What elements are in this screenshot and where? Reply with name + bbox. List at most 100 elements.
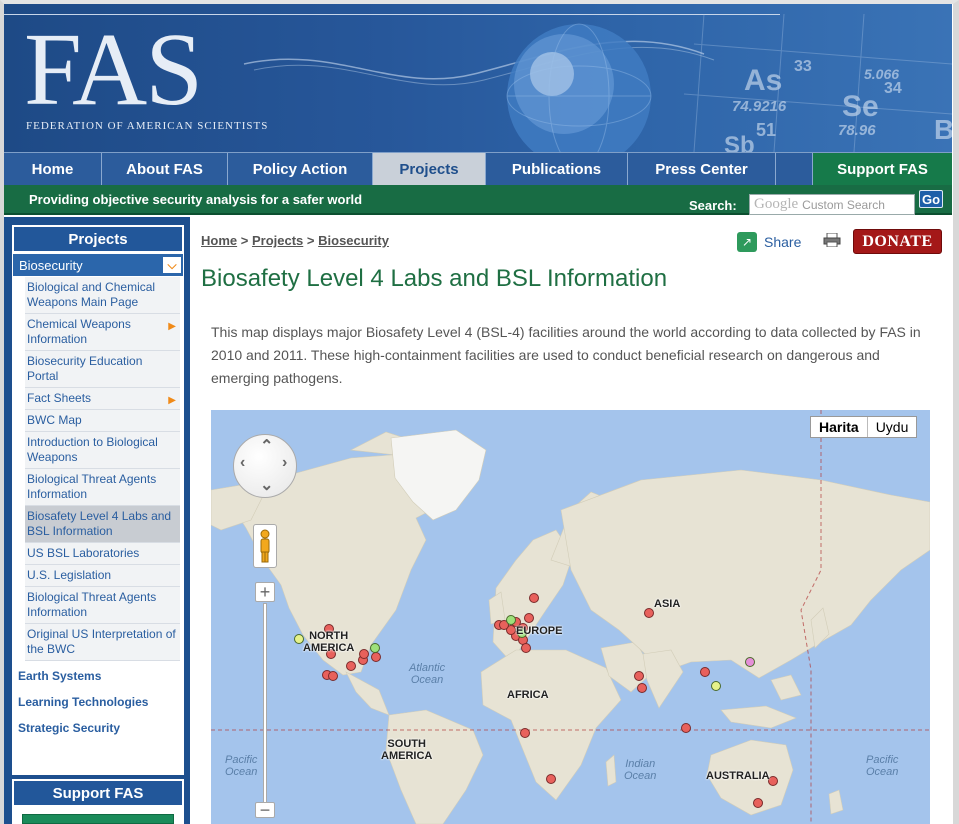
sidebar-heading: Projects xyxy=(12,225,184,253)
nav-tab-home[interactable]: Home xyxy=(4,153,102,186)
donate-button[interactable]: DONATE xyxy=(853,229,942,254)
sidebar-item-us-bsl-labs[interactable]: US BSL Laboratories xyxy=(25,543,180,565)
sidebar-item-education-portal[interactable]: Biosecurity Education Portal xyxy=(25,351,180,388)
periodic-mass-top: 5.066 xyxy=(864,66,900,82)
map-label-asia: ASIA xyxy=(654,598,681,610)
map-label-indian-ocean: Indian Ocean xyxy=(624,758,657,782)
sidebar-item-label: Biological Threat Agents Information xyxy=(27,590,157,619)
sidebar-item-label: Introduction to Biological Weapons xyxy=(27,435,158,464)
sidebar-item-intro-bio-weapons[interactable]: Introduction to Biological Weapons xyxy=(25,432,180,469)
tagline: Providing objective security analysis fo… xyxy=(29,192,363,207)
pan-down-icon[interactable]: ⌄ xyxy=(260,475,273,495)
chevron-right-icon: ▶ xyxy=(168,321,176,332)
nav-tab-publications[interactable]: Publications xyxy=(486,153,628,186)
share-button[interactable]: ↗ Share xyxy=(737,232,801,252)
tagline-bar: Providing objective security analysis fo… xyxy=(4,185,952,215)
zoom-in-button[interactable]: + xyxy=(255,582,275,602)
page-title: Biosafety Level 4 Labs and BSL Informati… xyxy=(201,265,668,292)
intro-paragraph: This map displays major Biosafety Level … xyxy=(211,324,921,386)
search-placeholder: Custom Search xyxy=(802,197,885,212)
page: FAS FEDERATION OF AMERICAN SCIENTISTS As… xyxy=(0,0,959,824)
breadcrumb-projects[interactable]: Projects xyxy=(252,233,303,248)
map-canvas xyxy=(211,410,930,824)
map-label-pacific-ocean-west: Pacific Ocean xyxy=(225,754,258,778)
search-label: Search: xyxy=(689,198,737,213)
map-label-africa: AFRICA xyxy=(507,689,549,701)
pan-left-icon[interactable]: ‹ xyxy=(240,454,245,472)
map-label-europe: EUROPE xyxy=(516,625,563,637)
nav-tab-policy-action[interactable]: Policy Action xyxy=(228,153,373,186)
sidebar-link-earth-systems[interactable]: Earth Systems xyxy=(12,661,184,689)
sidebar-item-us-legislation[interactable]: U.S. Legislation xyxy=(25,565,180,587)
map-type-satellite-button[interactable]: Uydu xyxy=(868,417,917,437)
sidebar-item-label: Chemical Weapons Information xyxy=(27,317,131,346)
breadcrumb-separator: > xyxy=(240,233,249,248)
sidebar-support-heading: Support FAS xyxy=(14,781,182,805)
sidebar-support-box: Support FAS xyxy=(12,779,184,824)
sidebar-item-threat-agents-2[interactable]: Biological Threat Agents Information xyxy=(25,587,180,624)
sidebar-item-original-bwc[interactable]: Original US Interpretation of the BWC xyxy=(25,624,180,661)
nav-support-fas[interactable]: Support FAS xyxy=(812,153,952,186)
search-go-button[interactable]: Go xyxy=(919,190,943,208)
nav-tab-projects[interactable]: Projects xyxy=(373,153,486,186)
sidebar-projects-box: Projects Biosecurity ⌵ Biological and Ch… xyxy=(12,225,184,775)
map-label-south-america: SOUTH AMERICA xyxy=(381,738,433,762)
sidebar-item-bcw-main-page[interactable]: Biological and Chemical Weapons Main Pag… xyxy=(25,277,180,314)
sidebar-item-bwc-map[interactable]: BWC Map xyxy=(25,410,180,432)
sidebar-item-bsl4-labs[interactable]: Biosafety Level 4 Labs and BSL Informati… xyxy=(25,506,180,543)
sidebar-item-label: Biological and Chemical Weapons Main Pag… xyxy=(27,280,156,309)
pan-up-icon[interactable]: ⌃ xyxy=(260,436,273,456)
periodic-symbol-se: Se xyxy=(842,90,879,123)
sidebar-link-strategic-security[interactable]: Strategic Security xyxy=(12,715,184,741)
nav-tab-about-fas[interactable]: About FAS xyxy=(102,153,228,186)
sidebar-item-threat-agents[interactable]: Biological Threat Agents Information xyxy=(25,469,180,506)
bsl4-map[interactable]: Harita Uydu ⌃ ⌄ ‹ › + − NORTH AMERICA SO… xyxy=(211,410,930,824)
google-wordmark: Google xyxy=(754,196,799,212)
map-label-australia: AUSTRALIA xyxy=(706,770,770,782)
zoom-out-button[interactable]: − xyxy=(255,800,275,820)
map-type-map-button[interactable]: Harita xyxy=(811,417,868,437)
map-label-north-america: NORTH AMERICA xyxy=(303,630,355,654)
breadcrumb-home[interactable]: Home xyxy=(201,233,237,248)
logo-subtitle: FEDERATION OF AMERICAN SCIENTISTS xyxy=(26,120,269,132)
fas-logo[interactable]: FAS xyxy=(24,18,203,122)
print-icon[interactable] xyxy=(823,233,841,247)
periodic-mass-as: 74.9216 xyxy=(732,98,787,115)
breadcrumb-separator: > xyxy=(306,233,315,248)
map-type-control: Harita Uydu xyxy=(810,416,918,438)
periodic-symbol-as: As xyxy=(744,64,783,97)
sidebar-item-label: U.S. Legislation xyxy=(27,568,112,582)
pan-right-icon[interactable]: › xyxy=(282,454,287,472)
sidebar-item-label: US BSL Laboratories xyxy=(27,546,140,560)
nav-tab-press-center[interactable]: Press Center xyxy=(628,153,776,186)
sidebar-subnav: Biological and Chemical Weapons Main Pag… xyxy=(25,277,180,661)
share-icon: ↗ xyxy=(737,232,757,252)
periodic-number-33: 33 xyxy=(794,58,812,75)
sidebar-item-fact-sheets[interactable]: Fact Sheets ▶ xyxy=(25,388,180,410)
map-label-pacific-ocean-east: Pacific Ocean xyxy=(866,754,899,778)
map-label-atlantic-ocean: Atlantic Ocean xyxy=(409,662,446,686)
sidebar-item-label: Original US Interpretation of the BWC xyxy=(27,627,176,656)
sidebar-support-button[interactable] xyxy=(22,814,174,824)
chevron-right-icon: ▶ xyxy=(168,395,176,406)
sidebar-link-learning-technologies[interactable]: Learning Technologies xyxy=(12,689,184,715)
main-nav: Home About FAS Policy Action Projects Pu… xyxy=(4,152,952,186)
street-view-pegman-icon[interactable] xyxy=(253,524,277,568)
sidebar-item-label: Biosecurity Education Portal xyxy=(27,354,143,383)
sidebar-item-label: Biosafety Level 4 Labs and BSL Informati… xyxy=(27,509,172,538)
chevron-down-icon[interactable]: ⌵ xyxy=(163,257,181,273)
sidebar-item-label: BWC Map xyxy=(27,413,82,427)
breadcrumb-biosecurity[interactable]: Biosecurity xyxy=(318,233,389,248)
sidebar-section-biosecurity[interactable]: Biosecurity ⌵ xyxy=(12,253,184,277)
search-input[interactable]: Google Custom Search xyxy=(749,194,915,215)
sidebar-item-label: Fact Sheets xyxy=(27,391,92,405)
periodic-number-34: 34 xyxy=(884,80,902,97)
pan-control[interactable]: ⌃ ⌄ ‹ › xyxy=(233,434,297,498)
periodic-mass-se: 78.96 xyxy=(838,122,876,139)
sidebar-item-chemical-weapons[interactable]: Chemical Weapons Information ▶ xyxy=(25,314,180,351)
site-header: FAS FEDERATION OF AMERICAN SCIENTISTS As… xyxy=(4,4,952,152)
zoom-slider[interactable] xyxy=(263,603,267,803)
share-label: Share xyxy=(764,234,802,250)
periodic-number-51: 51 xyxy=(756,120,777,140)
sidebar-item-label: Biological Threat Agents Information xyxy=(27,472,157,501)
